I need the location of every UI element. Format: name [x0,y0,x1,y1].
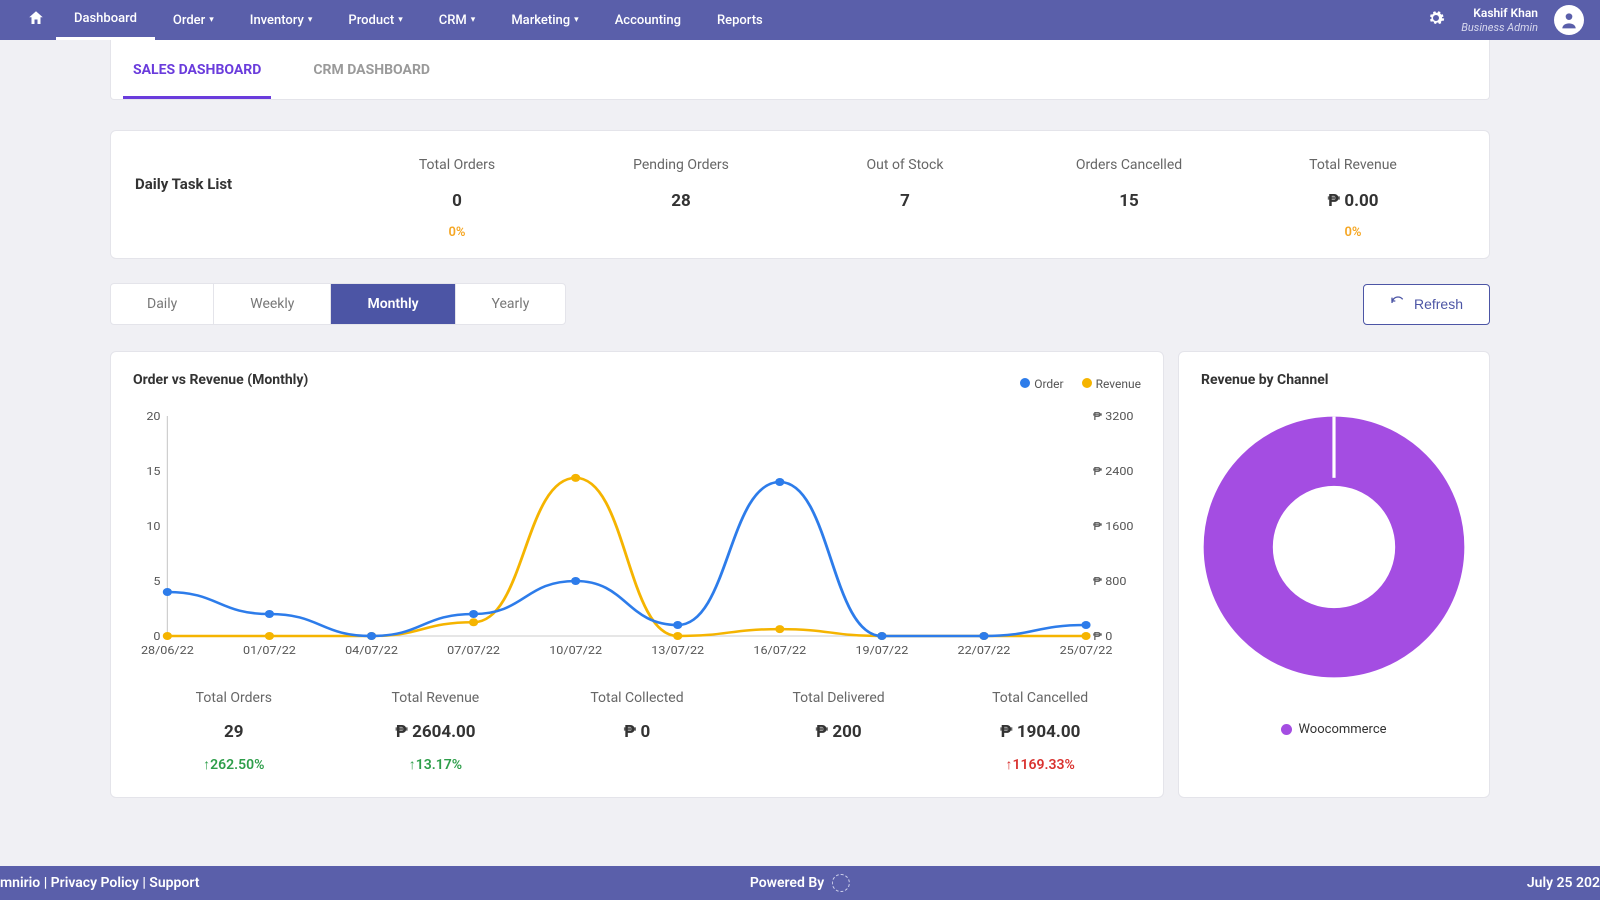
refresh-icon [1390,295,1406,314]
nav-crm[interactable]: CRM▾ [421,0,494,40]
svg-text:5: 5 [153,575,160,588]
svg-text:19/07/22: 19/07/22 [855,644,908,657]
summary-total-cancelled: Total Cancelled₱ 1904.00↑1169.33% [939,690,1141,773]
dashboard-tabs: SALES DASHBOARD CRM DASHBOARD [110,40,1490,100]
legend-order: Order [1034,377,1063,391]
chart-legend: Order Revenue [1020,377,1141,391]
footer-center: Powered By [750,874,850,892]
summary-total-delivered: Total Delivered₱ 200 [738,690,940,773]
nav-marketing[interactable]: Marketing▾ [493,0,596,40]
svg-text:25/07/22: 25/07/22 [1060,644,1113,657]
daily-task-card: Daily Task List Total Orders00%Pending O… [110,130,1490,259]
metric-out-of-stock: Out of Stock7 [793,157,1017,240]
period-weekly[interactable]: Weekly [214,284,331,324]
gear-icon[interactable] [1427,9,1445,31]
nav-accounting[interactable]: Accounting [597,0,699,40]
svg-text:₱ 1600: ₱ 1600 [1093,520,1134,533]
svg-text:₱ 800: ₱ 800 [1093,575,1127,588]
user-block[interactable]: Kashif Khan Business Admin [1461,6,1538,34]
svg-text:22/07/22: 22/07/22 [958,644,1011,657]
svg-text:0: 0 [153,630,160,643]
refresh-button[interactable]: Refresh [1363,284,1490,325]
refresh-label: Refresh [1414,296,1463,312]
metric-pending-orders: Pending Orders28 [569,157,793,240]
footer-left[interactable]: mnirio | Privacy Policy | Support [0,875,199,891]
chevron-down-icon: ▾ [209,15,214,25]
tab-crm-dashboard[interactable]: CRM DASHBOARD [303,40,440,99]
user-name: Kashif Khan [1461,6,1538,20]
revenue-channel-card: Revenue by Channel Woocommerce [1178,351,1490,798]
donut-legend: Woocommerce [1201,722,1467,737]
nav-menu: DashboardOrder▾Inventory▾Product▾CRM▾Mar… [56,0,781,40]
top-nav: DashboardOrder▾Inventory▾Product▾CRM▾Mar… [0,0,1600,40]
svg-text:07/07/22: 07/07/22 [447,644,500,657]
avatar-icon[interactable] [1554,5,1584,35]
period-yearly[interactable]: Yearly [456,284,566,324]
home-icon[interactable] [16,9,56,32]
summary-total-orders: Total Orders29↑262.50% [133,690,335,773]
svg-text:₱ 3200: ₱ 3200 [1093,410,1134,423]
donut-legend-label: Woocommerce [1298,722,1386,737]
svg-text:10: 10 [146,520,160,533]
footer-right: July 25 202 [1527,875,1600,891]
metric-total-revenue: Total Revenue₱ 0.000% [1241,157,1465,240]
summary-total-revenue: Total Revenue₱ 2604.00↑13.17% [335,690,537,773]
nav-order[interactable]: Order▾ [155,0,232,40]
period-daily[interactable]: Daily [111,284,214,324]
svg-text:28/06/22: 28/06/22 [141,644,194,657]
svg-text:15: 15 [146,465,161,478]
svg-text:16/07/22: 16/07/22 [753,644,806,657]
svg-text:04/07/22: 04/07/22 [345,644,398,657]
svg-text:10/07/22: 10/07/22 [549,644,602,657]
period-segmented: DailyWeeklyMonthlyYearly [110,283,566,325]
line-chart: 0 5 10 15 20 ₱ 0 ₱ 800 ₱ 1600 ₱ 2400 ₱ 3200 28/06/… [133,406,1141,666]
svg-text:13/07/22: 13/07/22 [651,644,704,657]
chevron-down-icon: ▾ [308,15,313,25]
user-role: Business Admin [1461,21,1538,34]
svg-text:20: 20 [146,410,160,423]
chevron-down-icon: ▾ [398,15,403,25]
order-revenue-chart-card: Order vs Revenue (Monthly) Order Revenue… [110,351,1164,798]
svg-text:₱ 0: ₱ 0 [1093,630,1112,643]
svg-text:₱ 2400: ₱ 2400 [1093,465,1134,478]
summary-total-collected: Total Collected₱ 0 [536,690,738,773]
legend-revenue: Revenue [1096,377,1141,391]
chart-title: Order vs Revenue (Monthly) [133,372,308,388]
nav-reports[interactable]: Reports [699,0,781,40]
donut-title: Revenue by Channel [1201,372,1467,388]
period-monthly[interactable]: Monthly [331,284,455,324]
footer-center-label: Powered By [750,875,824,891]
svg-text:01/07/22: 01/07/22 [243,644,296,657]
nav-dashboard[interactable]: Dashboard [56,0,155,40]
metric-orders-cancelled: Orders Cancelled15 [1017,157,1241,240]
nav-inventory[interactable]: Inventory▾ [232,0,331,40]
metric-total-orders: Total Orders00% [345,157,569,240]
tab-sales-dashboard[interactable]: SALES DASHBOARD [123,40,271,99]
daily-task-title: Daily Task List [135,157,345,193]
footer-logo-icon [832,874,850,892]
chevron-down-icon: ▾ [471,15,476,25]
nav-product[interactable]: Product▾ [330,0,420,40]
footer: mnirio | Privacy Policy | Support Powere… [0,866,1600,900]
chevron-down-icon: ▾ [574,15,579,25]
donut-chart [1201,412,1467,682]
